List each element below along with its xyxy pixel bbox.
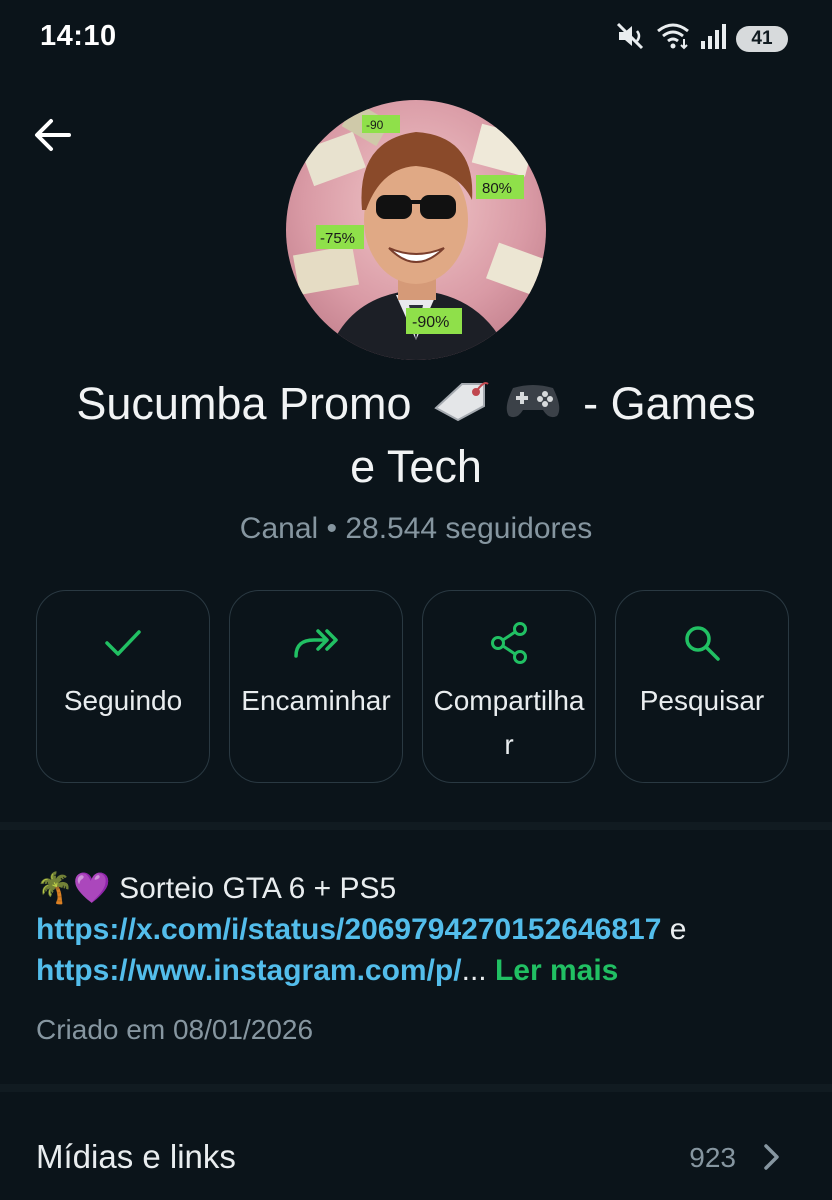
status-bar: 14:10 41 (0, 0, 832, 78)
follow-button-label: Seguindo (63, 685, 183, 716)
share-icon (489, 622, 529, 664)
media-links-row[interactable]: Mídias e links 923 (0, 1110, 832, 1200)
avatar-badge-4: -90 (366, 118, 384, 132)
follow-button[interactable]: Seguindo (36, 590, 210, 783)
gamepad-icon (506, 385, 559, 418)
avatar-badge-2: 80% (482, 180, 512, 197)
channel-description: 🌴💜 Sorteio GTA 6 + PS5 https://x.com/i/s… (36, 868, 806, 991)
wifi-icon (656, 22, 690, 55)
channel-avatar[interactable]: -75% 80% -90% -90 (286, 100, 546, 360)
created-date: Criado em 08/01/2026 (36, 1014, 314, 1045)
share-button-label: Compartilhar (433, 685, 585, 760)
check-icon (104, 623, 142, 663)
description-connector: e (669, 913, 687, 946)
status-time: 14:10 (40, 20, 117, 52)
avatar-badge-3: -90% (412, 314, 449, 331)
tag-icon (434, 382, 489, 422)
channel-title: Sucumba Promo - Games e Tech (30, 374, 802, 497)
media-links-count: 923 (689, 1142, 736, 1173)
read-more-link[interactable]: Ler mais (495, 954, 618, 987)
status-icons: 41 (616, 22, 788, 55)
section-divider-2 (0, 1084, 832, 1092)
description-link-instagram[interactable]: https://www.instagram.com/p/ (36, 954, 462, 987)
mute-icon (616, 22, 646, 55)
channel-subtitle: Canal • 28.544 seguidores (239, 512, 593, 545)
description-text: Sorteio GTA 6 + PS5 (119, 872, 397, 905)
back-button[interactable] (28, 110, 78, 160)
avatar-image: -75% 80% -90% -90 (292, 101, 546, 360)
description-ellipsis: ... (461, 954, 487, 987)
channel-title-part1: Sucumba Promo (76, 378, 412, 429)
search-button[interactable]: Pesquisar (615, 590, 789, 783)
media-links-label: Mídias e links (36, 1138, 236, 1175)
chevron-right-icon (762, 1142, 782, 1177)
forward-button-label: Encaminhar (241, 685, 391, 716)
description-link-x[interactable]: https://x.com/i/status/20697942701526468… (36, 913, 661, 946)
avatar-badge-1: -75% (320, 230, 355, 247)
search-icon (682, 623, 722, 663)
forward-button[interactable]: Encaminhar (229, 590, 403, 783)
battery-icon: 41 (736, 25, 788, 52)
channel-title-part2: - Games (583, 378, 756, 429)
channel-title-part3: e Tech (350, 441, 482, 493)
signal-icon (700, 23, 726, 54)
description-emoji: 🌴💜 (36, 872, 111, 905)
back-arrow-icon (35, 119, 71, 151)
share-button[interactable]: Compartilhar (422, 590, 596, 783)
action-buttons: Seguindo Encaminhar Compartilhar Pesquis… (36, 590, 789, 783)
search-button-label: Pesquisar (639, 685, 765, 716)
title-icons (432, 377, 563, 437)
section-divider (0, 822, 832, 830)
forward-icon (292, 623, 340, 663)
